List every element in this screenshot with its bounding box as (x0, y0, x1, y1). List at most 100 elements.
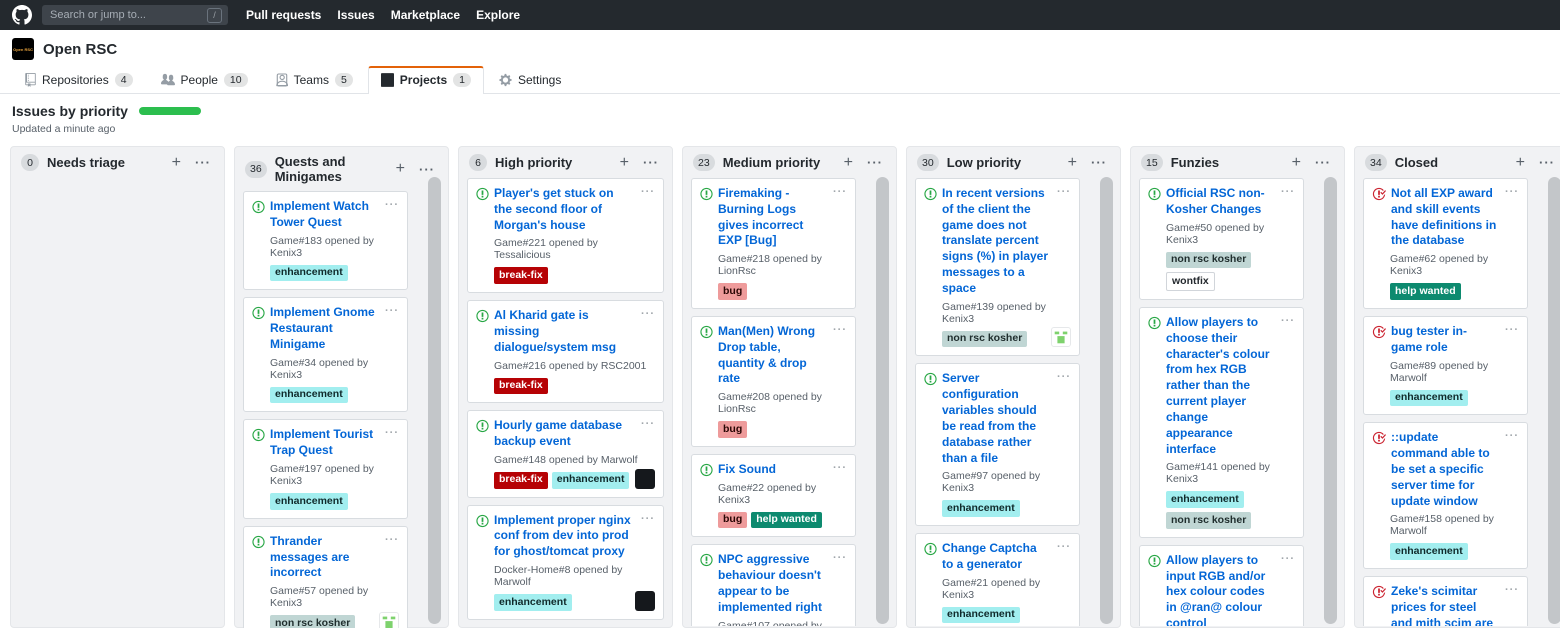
issue-label[interactable]: break-fix (494, 267, 548, 284)
card-menu-button[interactable]: ··· (1057, 186, 1071, 198)
card-menu-button[interactable]: ··· (1057, 371, 1071, 383)
issue-label[interactable]: enhancement (270, 493, 348, 510)
issue-title-link[interactable]: Fix Sound (718, 462, 828, 478)
card-menu-button[interactable]: ··· (1057, 541, 1071, 553)
issue-card[interactable]: Firemaking - Burning Logs gives incorrec… (691, 178, 856, 309)
issue-label[interactable]: non rsc kosher (942, 331, 1027, 348)
column-scrollbar[interactable] (1548, 177, 1560, 624)
issue-title-link[interactable]: Firemaking - Burning Logs gives incorrec… (718, 186, 828, 249)
issue-label[interactable]: enhancement (1390, 543, 1468, 560)
column-menu-button[interactable]: ··· (640, 155, 662, 170)
card-menu-button[interactable]: ··· (385, 199, 399, 211)
project-title[interactable]: Issues by priority (12, 103, 128, 119)
tab-projects[interactable]: Projects 1 (368, 66, 484, 94)
issue-card[interactable]: Server configuration variables should be… (915, 363, 1080, 526)
card-menu-button[interactable]: ··· (833, 552, 847, 564)
issue-title-link[interactable]: Implement Gnome Restaurant Minigame (270, 305, 380, 352)
card-menu-button[interactable]: ··· (1505, 186, 1519, 198)
add-card-button[interactable]: + (169, 155, 184, 171)
card-menu-button[interactable]: ··· (833, 186, 847, 198)
issue-label[interactable]: enhancement (270, 265, 348, 282)
add-card-button[interactable]: + (1513, 155, 1528, 171)
issue-card[interactable]: Implement Gnome Restaurant Minigame···Ga… (243, 297, 408, 412)
issue-title-link[interactable]: Thrander messages are incorrect (270, 534, 380, 581)
issue-card[interactable]: Change Captcha to a generator···Game#21 … (915, 533, 1080, 626)
issue-title-link[interactable]: Al Kharid gate is missing dialogue/syste… (494, 308, 636, 355)
issue-card[interactable]: Zeke's scimitar prices for steel and mit… (1363, 576, 1528, 626)
issue-title-link[interactable]: Implement Tourist Trap Quest (270, 427, 380, 459)
card-menu-button[interactable]: ··· (1281, 553, 1295, 565)
card-menu-button[interactable]: ··· (385, 305, 399, 317)
column-menu-button[interactable]: ··· (416, 162, 438, 177)
issue-label[interactable]: non rsc kosher (1166, 252, 1251, 269)
column-menu-button[interactable]: ··· (1088, 155, 1110, 170)
assignee-avatar[interactable] (635, 591, 655, 611)
nav-marketplace[interactable]: Marketplace (391, 8, 460, 22)
issue-title-link[interactable]: bug tester in-game role (1391, 324, 1500, 356)
issue-title-link[interactable]: Zeke's scimitar prices for steel and mit… (1391, 584, 1500, 626)
add-card-button[interactable]: + (841, 155, 856, 171)
card-menu-button[interactable]: ··· (1505, 584, 1519, 596)
issue-card[interactable]: In recent versions of the client the gam… (915, 178, 1080, 356)
assignee-avatar[interactable] (379, 612, 399, 628)
card-menu-button[interactable]: ··· (641, 308, 655, 320)
issue-card[interactable]: Al Kharid gate is missing dialogue/syste… (467, 300, 664, 403)
issue-title-link[interactable]: In recent versions of the client the gam… (942, 186, 1052, 297)
add-card-button[interactable]: + (393, 161, 408, 177)
card-menu-button[interactable]: ··· (641, 186, 655, 198)
issue-card[interactable]: Allow players to input RGB and/or hex co… (1139, 545, 1304, 626)
tab-teams[interactable]: Teams 5 (263, 67, 366, 93)
card-menu-button[interactable]: ··· (1505, 324, 1519, 336)
column-scrollbar[interactable] (876, 177, 889, 624)
issue-card[interactable]: Implement Watch Tower Quest···Game#183 o… (243, 191, 408, 290)
issue-label[interactable]: enhancement (552, 472, 630, 489)
issue-title-link[interactable]: Not all EXP award and skill events have … (1391, 186, 1500, 249)
issue-card[interactable]: ::update command able to be set a specif… (1363, 422, 1528, 569)
issue-title-link[interactable]: Allow players to input RGB and/or hex co… (1166, 553, 1276, 626)
issue-title-link[interactable]: Implement Watch Tower Quest (270, 199, 380, 231)
org-avatar[interactable]: Open RSC (12, 38, 34, 60)
issue-label[interactable]: wontfix (1166, 272, 1215, 291)
issue-card[interactable]: Fix Sound···Game#22 opened by Kenix3bugh… (691, 454, 856, 537)
issue-title-link[interactable]: Official RSC non-Kosher Changes (1166, 186, 1276, 218)
add-card-button[interactable]: + (617, 155, 632, 171)
issue-label[interactable]: break-fix (494, 378, 548, 395)
card-menu-button[interactable]: ··· (1281, 186, 1295, 198)
issue-title-link[interactable]: ::update command able to be set a specif… (1391, 430, 1500, 509)
issue-card[interactable]: Thrander messages are incorrect···Game#5… (243, 526, 408, 628)
issue-card[interactable]: Man(Men) Wrong Drop table, quantity & dr… (691, 316, 856, 447)
issue-label[interactable]: enhancement (1390, 390, 1468, 407)
card-menu-button[interactable]: ··· (385, 534, 399, 546)
issue-title-link[interactable]: NPC aggressive behaviour doesn't appear … (718, 552, 828, 615)
issue-title-link[interactable]: Allow players to choose their character'… (1166, 315, 1276, 457)
column-menu-button[interactable]: ··· (1312, 155, 1334, 170)
add-card-button[interactable]: + (1289, 155, 1304, 171)
assignee-avatar[interactable] (1051, 327, 1071, 347)
issue-card[interactable]: Allow players to choose their character'… (1139, 307, 1304, 538)
tab-repositories[interactable]: Repositories 4 (12, 67, 146, 93)
card-menu-button[interactable]: ··· (833, 462, 847, 474)
issue-title-link[interactable]: Server configuration variables should be… (942, 371, 1052, 466)
issue-card[interactable]: NPC aggressive behaviour doesn't appear … (691, 544, 856, 626)
column-scrollbar[interactable] (1324, 177, 1337, 624)
issue-title-link[interactable]: Change Captcha to a generator (942, 541, 1052, 573)
issue-label[interactable]: help wanted (1390, 283, 1461, 300)
issue-label[interactable]: help wanted (751, 512, 822, 529)
tab-people[interactable]: People 10 (148, 67, 261, 93)
issue-title-link[interactable]: Man(Men) Wrong Drop table, quantity & dr… (718, 324, 828, 387)
issue-label[interactable]: non rsc kosher (270, 615, 355, 628)
issue-label[interactable]: bug (718, 512, 747, 529)
issue-title-link[interactable]: Player's get stuck on the second floor o… (494, 186, 636, 233)
column-menu-button[interactable]: ··· (864, 155, 886, 170)
nav-explore[interactable]: Explore (476, 8, 520, 22)
card-menu-button[interactable]: ··· (641, 513, 655, 525)
add-card-button[interactable]: + (1065, 155, 1080, 171)
org-name[interactable]: Open RSC (43, 41, 117, 58)
column-scrollbar[interactable] (1100, 177, 1113, 624)
column-scrollbar[interactable] (428, 177, 441, 624)
issue-label[interactable]: enhancement (494, 594, 572, 611)
card-menu-button[interactable]: ··· (385, 427, 399, 439)
column-menu-button[interactable]: ··· (1536, 155, 1558, 170)
card-menu-button[interactable]: ··· (641, 418, 655, 430)
issue-card[interactable]: bug tester in-game role···Game#89 opened… (1363, 316, 1528, 415)
